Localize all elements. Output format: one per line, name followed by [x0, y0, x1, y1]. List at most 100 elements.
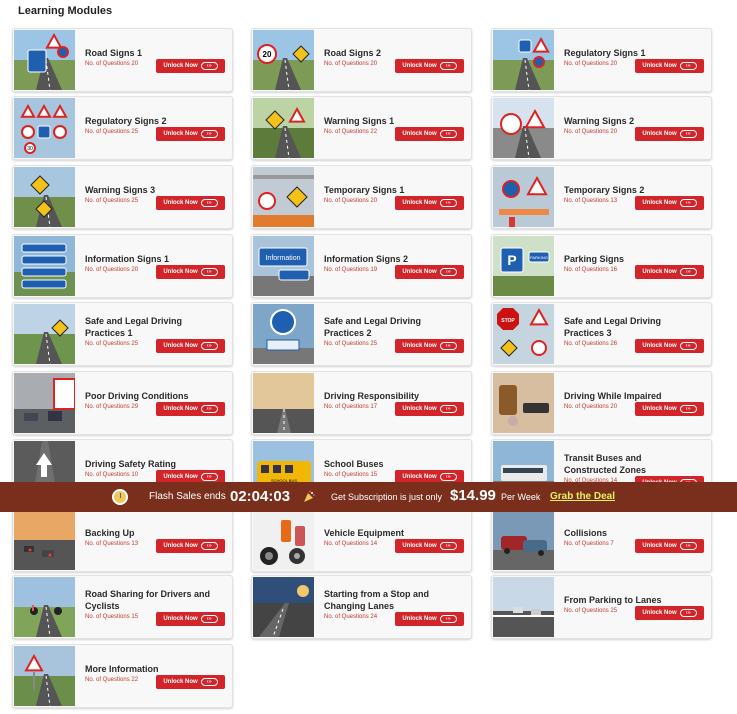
- unlock-label: Unlock Now: [642, 343, 677, 349]
- unlock-now-button[interactable]: Unlock Now›››: [395, 196, 464, 210]
- module-card[interactable]: Vehicle Equipment No. of Questions 14 Unlo…: [251, 508, 472, 572]
- arrow-right-icon: ›››: [439, 405, 457, 413]
- module-card[interactable]: Warning Signs 3 No. of Questions 25 Unlock…: [12, 165, 233, 229]
- arrow-right-icon: ›››: [200, 405, 218, 413]
- arrow-right-icon: ›››: [679, 342, 697, 350]
- question-count: No. of Questions 22: [324, 129, 378, 135]
- arrow-right-icon: ›››: [439, 615, 457, 623]
- module-card[interactable]: 30 Regulatory Signs 2 No. of Questions 25 U…: [12, 96, 233, 160]
- unlock-now-button[interactable]: Unlock Now›››: [635, 606, 704, 620]
- unlock-label: Unlock Now: [642, 200, 677, 206]
- unlock-now-button[interactable]: Unlock Now›››: [156, 265, 225, 279]
- module-thumbnail: [253, 373, 314, 433]
- unlock-now-button[interactable]: Unlock Now›››: [395, 402, 464, 416]
- question-count: No. of Questions 17: [324, 404, 378, 410]
- unlock-now-button[interactable]: Unlock Now›››: [635, 402, 704, 416]
- module-thumbnail: [253, 304, 314, 364]
- module-card[interactable]: Road Sharing for Drivers and Cyclists No.…: [12, 575, 233, 639]
- module-title: Collisions: [564, 528, 608, 538]
- unlock-now-button[interactable]: Unlock Now›››: [156, 402, 225, 416]
- question-count: No. of Questions 25: [324, 341, 378, 347]
- arrow-right-icon: ›››: [439, 268, 457, 276]
- module-card[interactable]: Poor Driving Conditions No. of Questions …: [12, 371, 233, 435]
- question-count: No. of Questions 24: [324, 614, 378, 620]
- module-card[interactable]: From Parking to Lanes No. of Questions 25…: [491, 575, 712, 639]
- question-count: No. of Questions 20: [85, 267, 139, 273]
- module-title: Vehicle Equipment: [324, 528, 405, 538]
- arrow-right-icon: ›››: [679, 609, 697, 617]
- grab-deal-link[interactable]: Grab the Deal: [550, 491, 615, 502]
- unlock-now-button[interactable]: Unlock Now›››: [395, 265, 464, 279]
- module-card[interactable]: Backing Up No. of Questions 13 Unlock Now ›…: [12, 508, 233, 572]
- arrow-right-icon: ›››: [679, 542, 697, 550]
- unlock-label: Unlock Now: [163, 474, 198, 480]
- unlock-now-button[interactable]: Unlock Now›››: [395, 612, 464, 626]
- module-card[interactable]: Temporary Signs 1 No. of Questions 20 Unlo…: [251, 165, 472, 229]
- unlock-label: Unlock Now: [402, 616, 437, 622]
- module-card[interactable]: More Information No. of Questions 22 Unloc…: [12, 644, 233, 708]
- unlock-now-button[interactable]: Unlock Now›››: [156, 612, 225, 626]
- unlock-now-button[interactable]: Unlock Now›››: [635, 196, 704, 210]
- module-title: Safe and Legal Driving Practices 3: [564, 316, 662, 338]
- module-card[interactable]: Driving While Impaired No. of Questions 2…: [491, 371, 712, 435]
- unlock-now-button[interactable]: Unlock Now›››: [635, 59, 704, 73]
- unlock-now-button[interactable]: Unlock Now›››: [395, 127, 464, 141]
- unlock-now-button[interactable]: Unlock Now›››: [156, 339, 225, 353]
- question-count: No. of Questions 20: [564, 61, 618, 67]
- unlock-now-button[interactable]: Unlock Now›››: [395, 539, 464, 553]
- unlock-now-button[interactable]: Unlock Now›››: [635, 339, 704, 353]
- arrow-right-icon: ›››: [439, 199, 457, 207]
- module-card[interactable]: Regulatory Signs 1 No. of Questions 20 Unl…: [491, 28, 712, 92]
- module-card[interactable]: Temporary Signs 2 No. of Questions 13 Unlo…: [491, 165, 712, 229]
- question-count: No. of Questions 20: [564, 404, 618, 410]
- module-card[interactable]: STOP Safe and Legal Driving Practices 3 No…: [491, 302, 712, 366]
- question-count: No. of Questions 29: [85, 404, 139, 410]
- unlock-now-button[interactable]: Unlock Now›››: [635, 539, 704, 553]
- module-card[interactable]: 20 Road Signs 2 No. of Questions 20 Unlock …: [251, 28, 472, 92]
- svg-text:Information: Information: [265, 255, 300, 262]
- unlock-label: Unlock Now: [642, 131, 677, 137]
- question-count: No. of Questions 15: [85, 614, 139, 620]
- module-card[interactable]: Warning Signs 1 No. of Questions 22 Unlock…: [251, 96, 472, 160]
- module-thumbnail: Information: [253, 236, 314, 296]
- module-card[interactable]: P PARKING Parking Signs No. of Questions 16…: [491, 234, 712, 298]
- unlock-label: Unlock Now: [642, 610, 677, 616]
- module-thumbnail: [14, 30, 75, 90]
- unlock-now-button[interactable]: Unlock Now›››: [156, 59, 225, 73]
- unlock-now-button[interactable]: Unlock Now›››: [635, 265, 704, 279]
- module-card[interactable]: Information Information Signs 2 No. of Que…: [251, 234, 472, 298]
- module-card[interactable]: Safe and Legal Driving Practices 2 No. of…: [251, 302, 472, 366]
- unlock-now-button[interactable]: Unlock Now›››: [156, 539, 225, 553]
- module-thumbnail: [253, 98, 314, 158]
- unlock-now-button[interactable]: Unlock Now›››: [156, 127, 225, 141]
- unlock-now-button[interactable]: Unlock Now›››: [635, 127, 704, 141]
- module-title: Warning Signs 3: [85, 185, 156, 195]
- module-thumbnail: [253, 510, 314, 570]
- question-count: No. of Questions 13: [85, 541, 139, 547]
- question-count: No. of Questions 26: [564, 341, 618, 347]
- module-card[interactable]: Starting from a Stop and Changing Lanes N…: [251, 575, 472, 639]
- module-card[interactable]: Driving Responsibility No. of Questions 1…: [251, 371, 472, 435]
- module-title: Regulatory Signs 2: [85, 116, 167, 126]
- unlock-label: Unlock Now: [642, 406, 677, 412]
- module-title: Road Sharing for Drivers and Cyclists: [85, 589, 211, 611]
- module-card[interactable]: Collisions No. of Questions 7 Unlock Now ››…: [491, 508, 712, 572]
- module-card[interactable]: Road Signs 1 No. of Questions 20 Unlock No…: [12, 28, 233, 92]
- module-thumbnail: 20: [253, 30, 314, 90]
- module-title: Driving While Impaired: [564, 391, 662, 401]
- module-card[interactable]: Information Signs 1 No. of Questions 20 Un…: [12, 234, 233, 298]
- arrow-right-icon: ›››: [439, 62, 457, 70]
- unlock-now-button[interactable]: Unlock Now›››: [395, 339, 464, 353]
- unlock-now-button[interactable]: Unlock Now›››: [156, 196, 225, 210]
- section-title: Learning Modules: [18, 5, 113, 17]
- arrow-right-icon: ›››: [679, 130, 697, 138]
- unlock-now-button[interactable]: Unlock Now›››: [395, 59, 464, 73]
- unlock-now-button[interactable]: Unlock Now›››: [156, 675, 225, 689]
- arrow-right-icon: ›››: [439, 342, 457, 350]
- module-card[interactable]: Safe and Legal Driving Practices 1 No. of…: [12, 302, 233, 366]
- module-title: Driving Safety Rating: [85, 459, 177, 469]
- svg-text:P: P: [507, 252, 516, 268]
- unlock-label: Unlock Now: [163, 543, 198, 549]
- module-card[interactable]: Warning Signs 2 No. of Questions 20 Unlock…: [491, 96, 712, 160]
- unlock-label: Unlock Now: [642, 543, 677, 549]
